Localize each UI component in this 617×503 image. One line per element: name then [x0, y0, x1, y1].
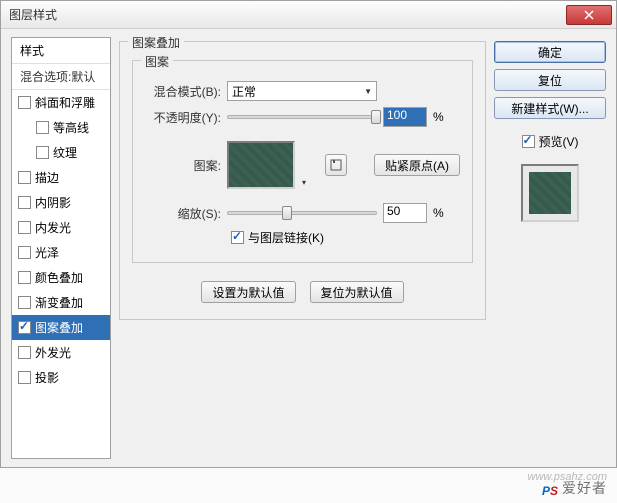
settings-panel: 图案叠加 图案 混合模式(B): 正常 ▼ 不透明度(Y):	[119, 37, 486, 459]
new-style-button[interactable]: 新建样式(W)...	[494, 97, 606, 119]
style-item-label: 内阴影	[35, 194, 71, 211]
style-item[interactable]: 等高线	[12, 115, 110, 140]
style-item[interactable]: 颜色叠加	[12, 265, 110, 290]
style-list: 斜面和浮雕等高线纹理描边内阴影内发光光泽颜色叠加渐变叠加图案叠加外发光投影	[12, 90, 110, 390]
close-icon	[584, 10, 594, 20]
style-item-checkbox[interactable]	[18, 371, 31, 384]
blend-options-header[interactable]: 混合选项:默认	[12, 64, 110, 90]
style-item-label: 图案叠加	[35, 319, 83, 336]
pattern-label: 图案:	[145, 157, 221, 174]
set-default-button[interactable]: 设置为默认值	[201, 281, 295, 303]
new-preset-button[interactable]	[325, 154, 347, 176]
opacity-unit: %	[433, 110, 444, 124]
link-layer-row: 与图层链接(K)	[231, 229, 460, 246]
actions-panel: 确定 复位 新建样式(W)... 预览(V)	[494, 37, 606, 459]
style-item[interactable]: 外发光	[12, 340, 110, 365]
titlebar: 图层样式	[1, 1, 616, 29]
reset-default-button[interactable]: 复位为默认值	[310, 281, 404, 303]
style-item-label: 外发光	[35, 344, 71, 361]
pattern-group-title: 图案	[141, 53, 173, 70]
opacity-row: 不透明度(Y): 100 %	[145, 107, 460, 127]
style-item-checkbox[interactable]	[18, 346, 31, 359]
scale-label: 缩放(S):	[145, 205, 221, 222]
style-item[interactable]: 内阴影	[12, 190, 110, 215]
style-item[interactable]: 图案叠加	[12, 315, 110, 340]
pattern-dropdown-icon[interactable]: ▾	[297, 175, 311, 189]
preview-label: 预览(V)	[539, 133, 579, 150]
style-item-label: 投影	[35, 369, 59, 386]
dialog-content: 样式 混合选项:默认 斜面和浮雕等高线纹理描边内阴影内发光光泽颜色叠加渐变叠加图…	[1, 29, 616, 467]
dialog-title: 图层样式	[9, 6, 57, 23]
blend-mode-row: 混合模式(B): 正常 ▼	[145, 81, 460, 101]
opacity-slider[interactable]	[227, 115, 377, 119]
style-item-label: 纹理	[53, 144, 77, 161]
preview-checkbox[interactable]	[522, 135, 535, 148]
scale-unit: %	[433, 206, 444, 220]
blend-mode-combo[interactable]: 正常 ▼	[227, 81, 377, 101]
style-item-checkbox[interactable]	[36, 121, 49, 134]
style-item-label: 斜面和浮雕	[35, 94, 95, 111]
scale-input[interactable]: 50	[383, 203, 427, 223]
pattern-group: 图案 混合模式(B): 正常 ▼ 不透明度(Y): 100	[132, 60, 473, 263]
style-item-label: 内发光	[35, 219, 71, 236]
scale-slider-thumb[interactable]	[282, 206, 292, 220]
style-item-checkbox[interactable]	[18, 221, 31, 234]
style-item-checkbox[interactable]	[18, 246, 31, 259]
style-item-label: 光泽	[35, 244, 59, 261]
style-item-checkbox[interactable]	[18, 96, 31, 109]
style-item-label: 描边	[35, 169, 59, 186]
pattern-overlay-section: 图案叠加 图案 混合模式(B): 正常 ▼ 不透明度(Y):	[119, 41, 486, 320]
opacity-slider-thumb[interactable]	[371, 110, 381, 124]
style-item[interactable]: 投影	[12, 365, 110, 390]
close-button[interactable]	[566, 5, 612, 25]
preview-row: 预览(V)	[494, 133, 606, 150]
section-title: 图案叠加	[128, 34, 184, 51]
blend-mode-label: 混合模式(B):	[145, 83, 221, 100]
logo: PS 爱好者	[542, 475, 607, 501]
styles-header[interactable]: 样式	[12, 38, 110, 64]
style-item-label: 颜色叠加	[35, 269, 83, 286]
preview-box	[521, 164, 579, 222]
blend-mode-value: 正常	[232, 83, 256, 100]
style-item[interactable]: 渐变叠加	[12, 290, 110, 315]
default-buttons-row: 设置为默认值 复位为默认值	[132, 281, 473, 303]
style-item[interactable]: 光泽	[12, 240, 110, 265]
style-item[interactable]: 斜面和浮雕	[12, 90, 110, 115]
link-layer-label: 与图层链接(K)	[248, 229, 324, 246]
ok-button[interactable]: 确定	[494, 41, 606, 63]
style-item[interactable]: 内发光	[12, 215, 110, 240]
style-item[interactable]: 纹理	[12, 140, 110, 165]
style-item-checkbox[interactable]	[18, 321, 31, 334]
preview-swatch	[529, 172, 571, 214]
pattern-swatch[interactable]	[227, 141, 295, 189]
logo-text: 爱好者	[562, 478, 607, 498]
new-preset-icon	[330, 159, 342, 171]
scale-slider[interactable]	[227, 211, 377, 215]
style-item-checkbox[interactable]	[18, 271, 31, 284]
snap-origin-button[interactable]: 贴紧原点(A)	[374, 154, 460, 176]
layer-style-dialog: 图层样式 样式 混合选项:默认 斜面和浮雕等高线纹理描边内阴影内发光光泽颜色叠加…	[0, 0, 617, 468]
style-item-label: 等高线	[53, 119, 89, 136]
styles-panel: 样式 混合选项:默认 斜面和浮雕等高线纹理描边内阴影内发光光泽颜色叠加渐变叠加图…	[11, 37, 111, 459]
style-item-label: 渐变叠加	[35, 294, 83, 311]
link-layer-checkbox[interactable]	[231, 231, 244, 244]
logo-ps: PS	[542, 475, 558, 501]
pattern-row: 图案: ▾ 贴紧原点(A)	[145, 141, 460, 189]
style-item-checkbox[interactable]	[36, 146, 49, 159]
style-item-checkbox[interactable]	[18, 196, 31, 209]
style-item-checkbox[interactable]	[18, 296, 31, 309]
style-item[interactable]: 描边	[12, 165, 110, 190]
cancel-button[interactable]: 复位	[494, 69, 606, 91]
chevron-down-icon: ▼	[364, 87, 372, 96]
opacity-input[interactable]: 100	[383, 107, 427, 127]
footer: www.psahz.com PS 爱好者	[0, 468, 617, 503]
scale-row: 缩放(S): 50 %	[145, 203, 460, 223]
opacity-label: 不透明度(Y):	[145, 109, 221, 126]
style-item-checkbox[interactable]	[18, 171, 31, 184]
